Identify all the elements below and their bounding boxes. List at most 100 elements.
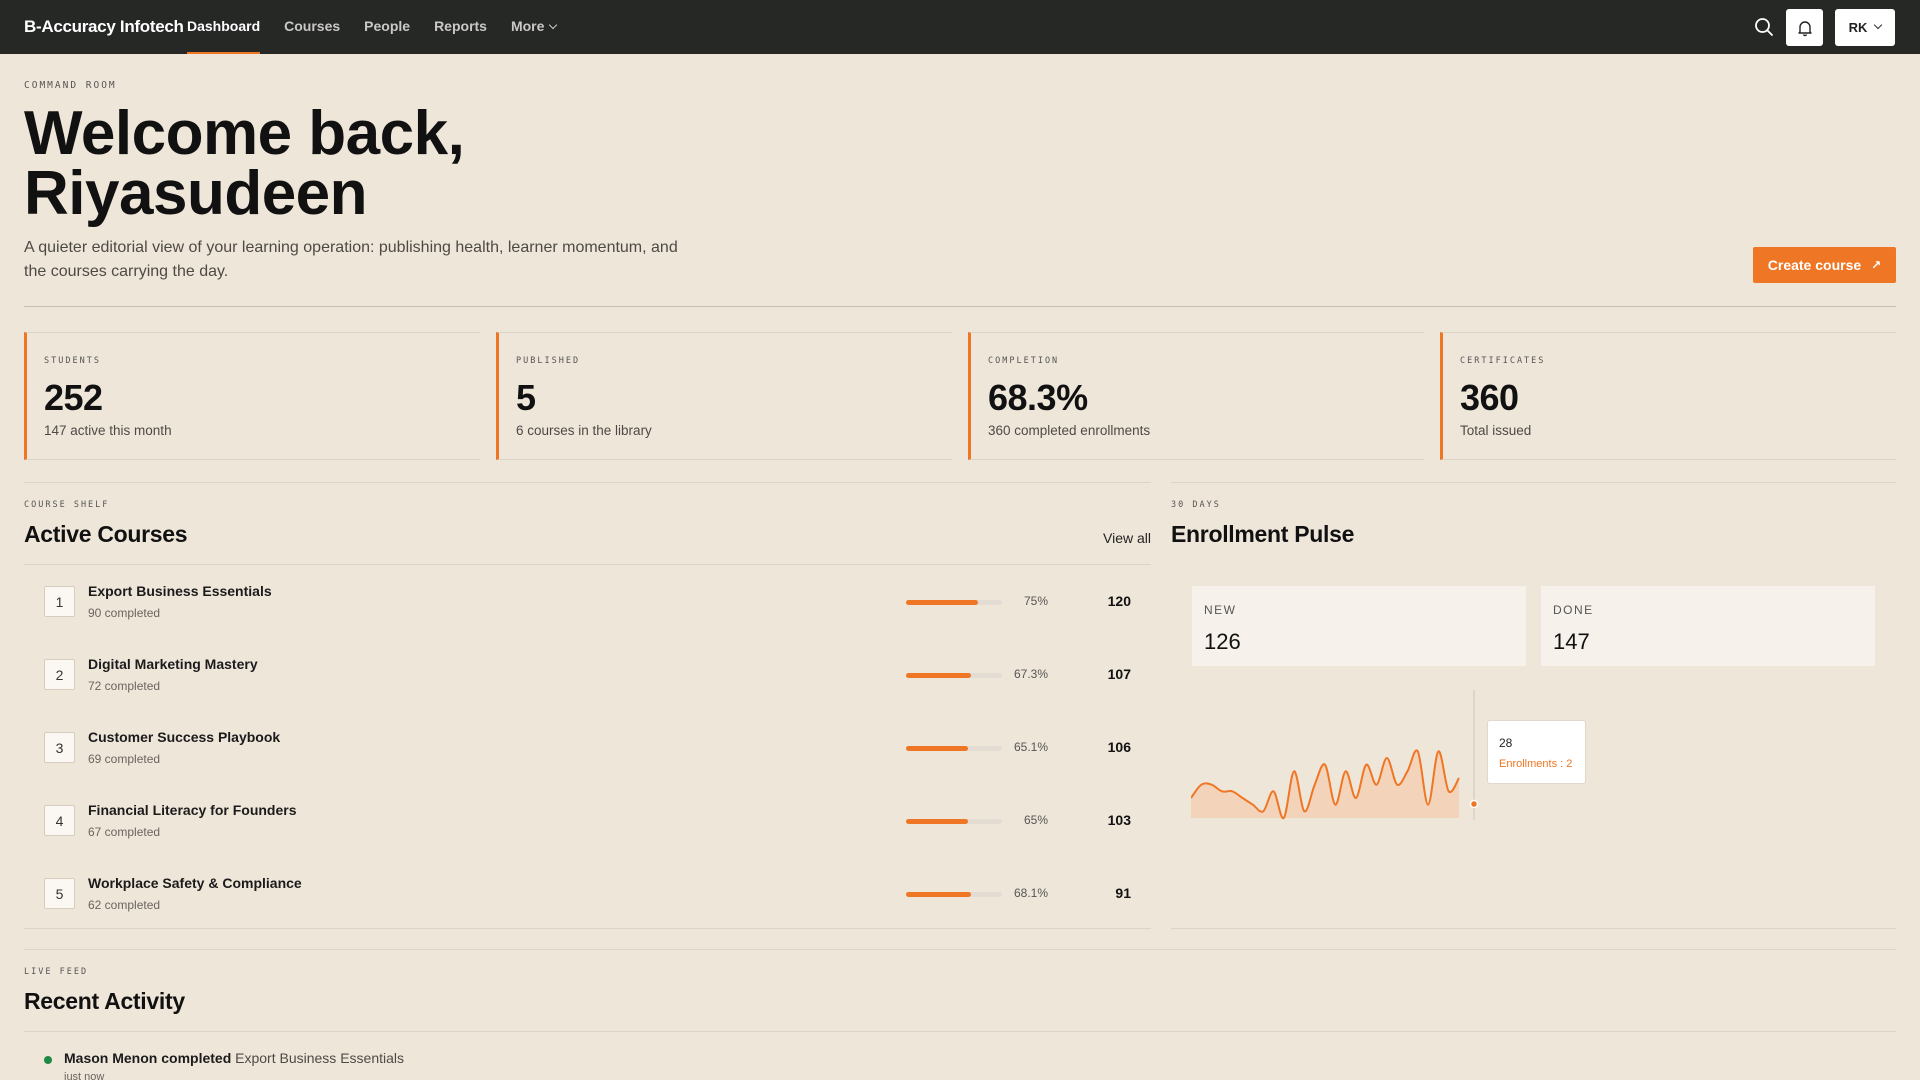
- course-row[interactable]: 5 Workplace Safety & Compliance 62 compl…: [24, 857, 1151, 930]
- activity-eyebrow: LIVE FEED: [24, 967, 89, 977]
- chart-point[interactable]: [1469, 799, 1479, 809]
- recent-activity-panel: LIVE FEED Recent Activity Mason Menon co…: [24, 949, 1896, 1080]
- course-rank: 4: [44, 805, 75, 836]
- new-enrollments-card: NEW 126: [1192, 586, 1526, 666]
- stat-sub: 147 active this month: [44, 423, 172, 438]
- activity-text: Mason Menon completed Export Business Es…: [64, 1050, 404, 1066]
- activity-title: Recent Activity: [24, 988, 185, 1014]
- stat-label: STUDENTS: [44, 356, 101, 366]
- stat-card-students: STUDENTS 252 147 active this month: [24, 332, 480, 460]
- user-menu-button[interactable]: RK: [1835, 9, 1895, 46]
- course-row[interactable]: 2 Digital Marketing Mastery 72 completed…: [24, 638, 1151, 711]
- activity-course[interactable]: Export Business Essentials: [235, 1050, 404, 1066]
- chart-area: [1191, 750, 1459, 819]
- course-enrollment-count: 91: [1115, 885, 1131, 901]
- nav-dashboard[interactable]: Dashboard: [187, 0, 261, 54]
- top-nav: B-Accuracy Infotech Dashboard Courses Pe…: [0, 0, 1920, 54]
- activity-user[interactable]: Mason Menon: [64, 1050, 157, 1066]
- progress-fill: [906, 746, 969, 751]
- page-title: Welcome back, Riyasudeen: [24, 99, 724, 228]
- enroll-title: Enrollment Pulse: [1171, 521, 1355, 547]
- view-all-link[interactable]: View all: [1103, 530, 1151, 546]
- course-percent: 65%: [1023, 813, 1048, 827]
- stat-value: 252: [44, 377, 103, 418]
- course-name: Digital Marketing Mastery: [88, 656, 258, 672]
- nav-more-label: More: [510, 18, 545, 34]
- chevron-down-icon: [549, 20, 558, 30]
- stat-sub: 360 completed enrollments: [988, 423, 1151, 438]
- activity-time: just now: [64, 1071, 105, 1080]
- progress-fill: [906, 892, 972, 897]
- course-completed: 67 completed: [88, 825, 161, 839]
- status-dot: [44, 1056, 52, 1064]
- brand-logo[interactable]: B-Accuracy Infotech: [24, 17, 184, 37]
- notifications-button[interactable]: [1786, 9, 1823, 46]
- avatar: RK: [1848, 20, 1868, 35]
- course-row[interactable]: 4 Financial Literacy for Founders 67 com…: [24, 784, 1151, 857]
- course-rank: 5: [44, 878, 75, 909]
- bell-icon: [1797, 20, 1812, 36]
- create-course-button[interactable]: Create course ↗: [1753, 247, 1896, 283]
- course-name: Workplace Safety & Compliance: [88, 875, 302, 891]
- course-percent: 65.1%: [1013, 740, 1048, 754]
- course-completed: 90 completed: [88, 606, 161, 620]
- mini-label: NEW: [1204, 603, 1237, 617]
- course-progress-bar: [906, 600, 1002, 605]
- nav-people[interactable]: People: [364, 0, 410, 54]
- course-row[interactable]: 3 Customer Success Playbook 69 completed…: [24, 711, 1151, 784]
- done-enrollments-card: DONE 147: [1541, 586, 1875, 666]
- course-name: Export Business Essentials: [88, 583, 272, 599]
- course-rank: 1: [44, 586, 75, 617]
- stat-label: PUBLISHED: [516, 356, 581, 366]
- page-subtitle: A quieter editorial view of your learnin…: [24, 239, 678, 280]
- page-title-line1: Welcome back,: [24, 99, 465, 168]
- stat-sub: 6 courses in the library: [516, 423, 652, 438]
- course-enrollment-count: 106: [1107, 739, 1131, 755]
- enrollment-chart[interactable]: [1191, 690, 1491, 840]
- course-percent: 75%: [1023, 594, 1048, 608]
- create-course-label: Create course: [1767, 257, 1862, 273]
- mini-value: 126: [1204, 629, 1241, 654]
- mini-label: DONE: [1553, 603, 1594, 617]
- course-progress-bar: [906, 819, 1002, 824]
- active-courses-panel: COURSE SHELF Active Courses View all 1 E…: [24, 482, 1151, 929]
- course-percent: 68.1%: [1013, 886, 1048, 900]
- hero-eyebrow: COMMAND ROOM: [24, 80, 117, 91]
- stat-label: CERTIFICATES: [1460, 356, 1546, 366]
- course-completed: 69 completed: [88, 752, 161, 766]
- course-name: Customer Success Playbook: [88, 729, 281, 745]
- course-completed: 62 completed: [88, 898, 161, 912]
- course-enrollment-count: 107: [1107, 666, 1131, 682]
- tooltip-x: 28: [1499, 736, 1513, 750]
- nav-more[interactable]: More: [510, 0, 558, 54]
- activity-verb: completed: [161, 1050, 232, 1066]
- nav-reports[interactable]: Reports: [434, 0, 487, 54]
- nav-courses[interactable]: Courses: [284, 0, 340, 54]
- progress-fill: [906, 819, 969, 824]
- course-enrollment-count: 120: [1107, 593, 1131, 609]
- stat-card-published: PUBLISHED 5 6 courses in the library: [496, 332, 952, 460]
- course-rank: 2: [44, 659, 75, 690]
- course-progress-bar: [906, 892, 1002, 897]
- divider: [24, 306, 1896, 307]
- arrow-up-right-icon: ↗: [1871, 258, 1882, 272]
- chart-tooltip: 28 Enrollments : 2: [1487, 720, 1586, 784]
- chevron-down-icon: [1874, 20, 1883, 29]
- progress-fill: [906, 673, 971, 678]
- stat-value: 360: [1460, 377, 1519, 418]
- stat-card-completion: COMPLETION 68.3% 360 completed enrollmen…: [968, 332, 1424, 460]
- enrollment-pulse-panel: 30 DAYS Enrollment Pulse NEW 126 DONE 14…: [1171, 482, 1896, 929]
- courses-title: Active Courses: [24, 521, 188, 547]
- stat-card-certificates: CERTIFICATES 360 Total issued: [1440, 332, 1896, 460]
- course-progress-bar: [906, 673, 1002, 678]
- stat-value: 5: [516, 377, 536, 418]
- search-icon[interactable]: [1753, 16, 1775, 38]
- mini-value: 147: [1553, 629, 1590, 654]
- divider: [24, 1031, 1896, 1032]
- course-row[interactable]: 1 Export Business Essentials 90 complete…: [24, 565, 1151, 638]
- tooltip-value: Enrollments : 2: [1499, 758, 1573, 770]
- course-progress-bar: [906, 746, 1002, 751]
- progress-fill: [906, 600, 978, 605]
- course-rank: 3: [44, 732, 75, 763]
- page-title-line2: Riyasudeen: [24, 159, 368, 228]
